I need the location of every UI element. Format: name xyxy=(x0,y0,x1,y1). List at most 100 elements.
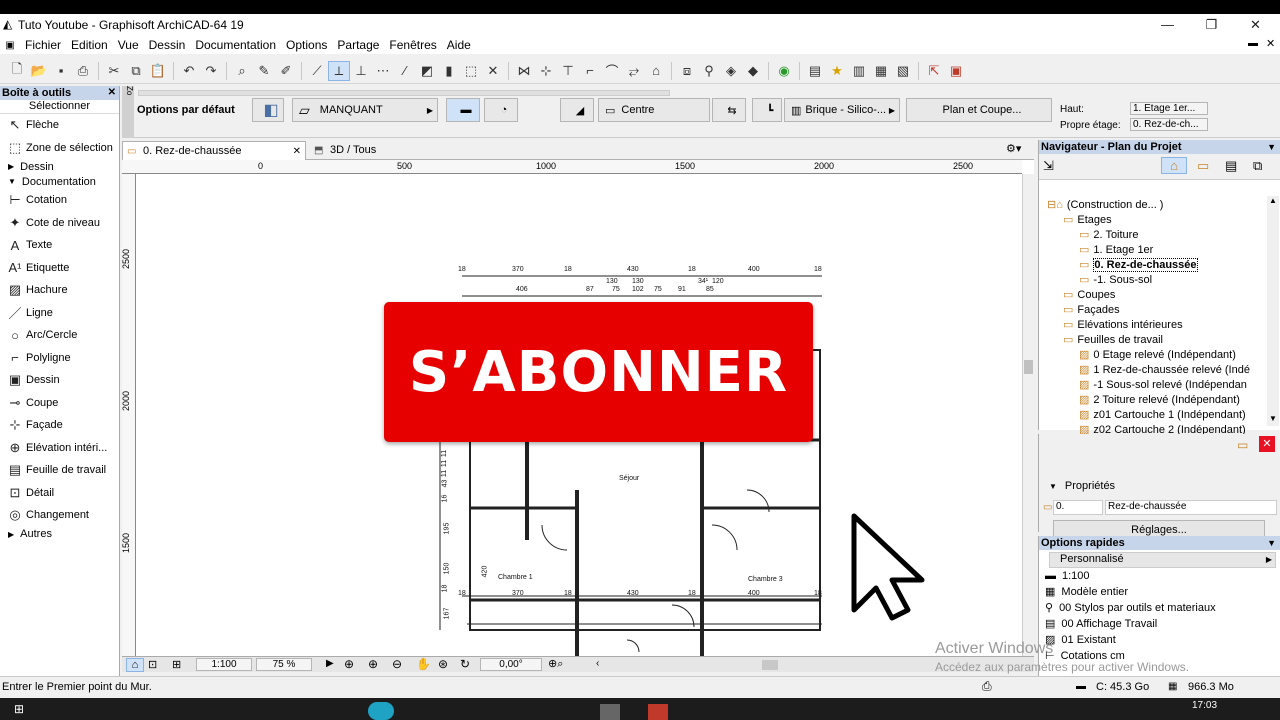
properties-header[interactable]: ▼ Propriétés xyxy=(1039,480,1115,492)
close-icon[interactable]: ✕ xyxy=(108,86,116,100)
layout-book-icon[interactable]: ▤ xyxy=(804,61,826,81)
split-icon[interactable]: ⊹ xyxy=(535,61,557,81)
export-icon[interactable]: ⇱ xyxy=(923,61,945,81)
tree-item[interactable]: ▭ Façades xyxy=(1063,303,1120,318)
tool-change[interactable]: ◎ Changement xyxy=(0,504,119,527)
magic-wand-icon[interactable]: ⁄ xyxy=(394,61,416,81)
tool-line[interactable]: ／ Ligne xyxy=(0,302,119,325)
scroll-up-icon[interactable]: ▲ xyxy=(1269,196,1277,205)
folder-icon[interactable]: ▭ xyxy=(1237,438,1248,452)
layout-book-icon[interactable]: ▤ xyxy=(1225,158,1237,174)
scroll-down-icon[interactable]: ▼ xyxy=(1269,414,1277,423)
menu-fenetres[interactable]: Fenêtres xyxy=(384,38,441,52)
tree-item[interactable]: ▨ z01 Cartouche 1 (Indépendant) xyxy=(1079,408,1246,423)
tree-item[interactable]: ▭ 0. Rez-de-chaussée xyxy=(1079,258,1198,273)
curved-wall-icon[interactable]: ◔ xyxy=(484,98,518,122)
roof-icon[interactable]: ⌂ xyxy=(645,61,667,81)
zoom-fit-icon[interactable]: ⊡ xyxy=(148,658,157,671)
tool-worksheet[interactable]: ▤ Feuille de travail xyxy=(0,459,119,482)
redo-icon[interactable]: ↷ xyxy=(200,61,222,81)
straight-wall-icon[interactable]: ▬ xyxy=(446,98,480,122)
story-name-field[interactable]: Rez-de-chaussée xyxy=(1105,500,1277,515)
undo-icon[interactable]: ↶ xyxy=(178,61,200,81)
quick-preset-selector[interactable]: Personnalisé ▶ xyxy=(1049,552,1276,568)
info-box-grip[interactable]: Zo xyxy=(122,86,134,138)
zoom-out-icon[interactable]: ⊖ xyxy=(392,657,402,671)
tree-item[interactable]: ▭ 1. Etage 1er xyxy=(1079,243,1153,258)
restore-button[interactable]: ❐ xyxy=(1189,14,1234,36)
quick-option-item[interactable]: ▦ Modèle entier xyxy=(1039,584,1280,600)
copy-icon[interactable]: ⧉ xyxy=(125,61,147,81)
top-link-value[interactable]: 1. Etage 1er... xyxy=(1130,102,1208,115)
paste-icon[interactable]: 📋 xyxy=(147,61,169,81)
menu-fichier[interactable]: Fichier xyxy=(20,38,66,52)
menu-vue[interactable]: Vue xyxy=(113,38,144,52)
tool-detail[interactable]: ⊡ Détail xyxy=(0,482,119,505)
menu-edition[interactable]: Edition xyxy=(66,38,113,52)
reference-line-selector[interactable]: ▭ Centre xyxy=(598,98,710,122)
tree-item[interactable]: ▨ 1 Rez-de-chaussée relevé (Indé xyxy=(1079,363,1250,378)
tool-text[interactable]: A Texte xyxy=(0,234,119,257)
group-icon[interactable]: ⧈ xyxy=(676,61,698,81)
menu-dessin[interactable]: Dessin xyxy=(144,38,191,52)
render-icon[interactable]: ◆ xyxy=(742,61,764,81)
view-map-icon[interactable]: ▭ xyxy=(1197,158,1209,174)
rotate-icon[interactable]: ↻ xyxy=(460,657,470,671)
pdf-app-icon[interactable] xyxy=(648,704,668,720)
chevron-down-icon[interactable]: ▼ xyxy=(1267,536,1276,550)
gravity-icon[interactable]: ⊥ xyxy=(350,61,372,81)
quick-option-item[interactable]: ⚲ 00 Stylos par outils et materiaux xyxy=(1039,600,1280,616)
pan-icon[interactable]: ✋ xyxy=(416,657,431,671)
marquee-tool-icon[interactable]: ⬚ xyxy=(460,61,482,81)
zoom-navigator-icon[interactable]: ⊕⌕ xyxy=(548,657,563,671)
layer-icon[interactable]: ◩ xyxy=(416,61,438,81)
close-button[interactable]: ✕ xyxy=(1233,14,1278,36)
tool-fill[interactable]: ▨ Hachure xyxy=(0,279,119,302)
guide-line-icon[interactable]: ⟋ xyxy=(306,61,328,81)
publish-icon[interactable]: ▦ xyxy=(870,61,892,81)
tool-circle[interactable]: ○ Arc/Cercle xyxy=(0,324,119,347)
doc-minimize-button[interactable]: ▬ xyxy=(1248,38,1258,49)
open-icon[interactable]: 📂 xyxy=(28,61,50,81)
project-map-icon[interactable]: ⌂ xyxy=(1161,157,1187,174)
angle-field[interactable]: 0,00° xyxy=(480,658,542,671)
find-select-icon[interactable]: ⌕ xyxy=(231,61,253,81)
tree-item[interactable]: ▭ Feuilles de travail xyxy=(1063,333,1163,348)
element-icon[interactable]: ▮ xyxy=(438,61,460,81)
layer-selector[interactable]: ▱ MANQUANT ▶ xyxy=(292,98,438,122)
doc-close-button[interactable]: ✕ xyxy=(1266,37,1275,50)
group-documentation[interactable]: ▼ Documentation xyxy=(0,174,119,189)
tool-dimension[interactable]: ⊢ Cotation xyxy=(0,189,119,212)
view-icon[interactable]: ⌂ xyxy=(126,658,144,672)
group-dessin[interactable]: ▶ Dessin xyxy=(0,159,119,174)
wall-settings-icon[interactable]: ◧ xyxy=(252,98,284,122)
info-box-scrollbar[interactable] xyxy=(138,90,670,96)
start-icon[interactable]: ⊞ xyxy=(14,702,24,716)
story-id-field[interactable]: 0. xyxy=(1053,500,1103,515)
fillet-icon[interactable]: ⌒ xyxy=(601,61,623,81)
tool-drawing[interactable]: ▣ Dessin xyxy=(0,369,119,392)
wall-geometry-icon[interactable]: ◢ xyxy=(560,98,594,122)
tree-item[interactable]: ▭ 2. Toiture xyxy=(1079,228,1138,243)
offset-icon[interactable]: ⥂ xyxy=(623,61,645,81)
play-icon[interactable]: ▶ xyxy=(326,658,334,669)
save-icon[interactable]: ▪ xyxy=(50,61,72,81)
tree-item[interactable]: ▭ Elévations intérieures xyxy=(1063,318,1183,333)
teamwork-icon[interactable]: ◉ xyxy=(773,61,795,81)
plan-section-button[interactable]: Plan et Coupe... xyxy=(906,98,1052,122)
quick-option-item[interactable]: ▤ 00 Affichage Travail xyxy=(1039,616,1280,632)
delete-icon[interactable]: ✕ xyxy=(1259,436,1275,452)
scroll-left-icon[interactable]: ‹ xyxy=(596,658,599,669)
tool-section[interactable]: ⊸ Coupe xyxy=(0,392,119,415)
tab-close-button[interactable]: ✕ xyxy=(293,142,301,161)
tree-item[interactable]: ▭ -1. Sous-sol xyxy=(1079,273,1152,288)
pdf-icon[interactable]: ▣ xyxy=(945,61,967,81)
cross-icon[interactable]: ✕ xyxy=(482,61,504,81)
edge-icon[interactable] xyxy=(368,702,394,720)
grid-snap-icon[interactable]: ⋯ xyxy=(372,61,394,81)
tree-item[interactable]: ▭ Etages xyxy=(1063,213,1112,228)
tool-polyline[interactable]: ⌐ Polyligne xyxy=(0,347,119,370)
home-story-value[interactable]: 0. Rez-de-ch... xyxy=(1130,118,1208,131)
publisher-icon[interactable]: ⧉ xyxy=(1253,158,1262,174)
new-icon[interactable]: 🗋 xyxy=(6,61,28,81)
